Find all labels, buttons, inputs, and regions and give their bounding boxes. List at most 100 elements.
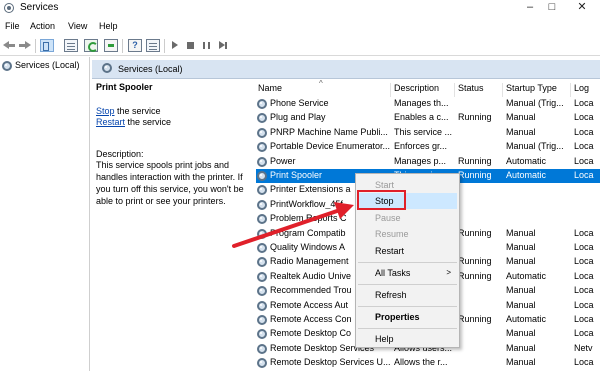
- gear-icon: [257, 127, 267, 138]
- description-text: This service spools print jobs and handl…: [96, 160, 244, 206]
- table-row[interactable]: Phone Service Manages th... Manual (Trig..…: [256, 97, 600, 111]
- cell-startup: Manual: [506, 112, 536, 123]
- toolbar-separator: [164, 39, 165, 53]
- action-pane-icon[interactable]: [146, 39, 160, 52]
- column-header-name[interactable]: Name: [258, 79, 282, 97]
- gear-icon: [2, 61, 12, 71]
- column-header-status[interactable]: Status: [458, 79, 484, 97]
- refresh-icon[interactable]: [84, 39, 98, 52]
- tree-item-label: Services (Local): [15, 60, 80, 70]
- menu-view[interactable]: View: [68, 21, 87, 31]
- gear-icon: [257, 315, 267, 325]
- back-arrow-icon[interactable]: [2, 39, 16, 52]
- cell-startup: Manual: [506, 299, 536, 310]
- cell-log: Loca: [574, 155, 594, 166]
- stop-service-icon[interactable]: [184, 39, 198, 52]
- cell-log: Loca: [574, 242, 594, 252]
- table-row[interactable]: Remote Desktop Services U... Allows the r…: [256, 356, 600, 370]
- menu-separator: [358, 306, 457, 307]
- close-button[interactable]: ✕: [562, 0, 600, 16]
- table-row[interactable]: Power Manages p... Running Automatic Loca: [256, 155, 600, 169]
- cell-name: Portable Device Enumerator...: [270, 141, 390, 152]
- cell-name: Power: [270, 155, 296, 166]
- restart-service-icon[interactable]: [216, 39, 230, 52]
- cell-startup: Manual: [506, 285, 536, 296]
- gear-icon: [257, 243, 267, 253]
- cell-startup: Automatic: [506, 170, 547, 180]
- menu-item-restart[interactable]: Restart: [356, 243, 459, 259]
- panel-title: Services (Local): [118, 64, 183, 74]
- gear-icon: [257, 358, 267, 369]
- toolbar-separator: [122, 39, 123, 53]
- gear-icon: [257, 99, 267, 109]
- menu-action[interactable]: Action: [30, 21, 55, 31]
- window-title: Services: [20, 2, 59, 13]
- gear-icon: [257, 156, 267, 167]
- cell-log: Loca: [574, 141, 594, 152]
- gear-icon: [257, 329, 267, 340]
- title-bar: Services – □ ✕: [0, 0, 600, 18]
- table-row[interactable]: Plug and Play Enables a c... Running Manual…: [256, 111, 600, 125]
- menu-item-refresh[interactable]: Refresh: [356, 287, 459, 303]
- tree-item-services-local[interactable]: Services (Local): [2, 60, 80, 73]
- description-pane: Print Spooler Stop the service Restart t…: [96, 82, 248, 207]
- gear-icon: [257, 271, 267, 282]
- help-icon[interactable]: ?: [128, 39, 142, 52]
- menu-item-pause[interactable]: Pause: [356, 210, 459, 226]
- cell-startup: Automatic: [506, 155, 547, 166]
- cell-status: Running: [458, 170, 492, 180]
- restart-service-link[interactable]: Restart: [96, 117, 125, 127]
- menu-separator: [358, 262, 457, 263]
- gear-icon: [257, 286, 267, 297]
- cell-log: Loca: [574, 285, 594, 296]
- cell-desc: Allows the r...: [394, 357, 448, 368]
- column-separator[interactable]: [454, 83, 455, 97]
- stop-service-link[interactable]: Stop: [96, 106, 115, 116]
- gear-icon: [257, 300, 267, 311]
- menu-file[interactable]: File: [5, 21, 20, 31]
- all-tasks-label: All Tasks: [375, 268, 411, 278]
- toolbar-separator: [35, 39, 36, 53]
- cell-log: Loca: [574, 357, 594, 368]
- menu-item-resume[interactable]: Resume: [356, 226, 459, 242]
- column-separator[interactable]: [570, 83, 571, 97]
- menu-item-help[interactable]: Help: [356, 331, 459, 347]
- services-app-icon: [4, 3, 14, 13]
- gear-icon: [257, 214, 267, 225]
- column-header-log-on-as[interactable]: Log: [574, 79, 589, 97]
- show-hide-tree-icon[interactable]: [40, 39, 54, 52]
- cell-desc: Enables a c...: [394, 112, 449, 123]
- gear-icon: [257, 185, 267, 196]
- cell-startup: Manual: [506, 256, 536, 267]
- cell-status: Running: [458, 256, 492, 267]
- menu-separator: [358, 328, 457, 329]
- cell-desc: This service ...: [394, 126, 453, 137]
- menu-item-all-tasks[interactable]: All Tasks >: [356, 265, 459, 281]
- cell-name: Phone Service: [270, 98, 329, 108]
- cell-startup: Automatic: [506, 314, 547, 324]
- table-row[interactable]: PNRP Machine Name Publi... This service .…: [256, 126, 600, 140]
- menu-help[interactable]: Help: [99, 21, 118, 31]
- export-list-icon[interactable]: [104, 39, 118, 52]
- column-header-startup-type[interactable]: Startup Type: [506, 79, 557, 97]
- cell-log: Loca: [574, 126, 594, 137]
- column-separator[interactable]: [390, 83, 391, 97]
- start-service-icon[interactable]: [168, 39, 182, 52]
- table-row[interactable]: Portable Device Enumerator... Enforces gr…: [256, 140, 600, 154]
- submenu-arrow-icon: >: [446, 268, 451, 277]
- cell-desc: Manages p...: [394, 155, 447, 166]
- cell-startup: Automatic: [506, 270, 547, 281]
- cell-status: Running: [458, 155, 492, 166]
- menu-item-properties[interactable]: Properties: [356, 309, 459, 325]
- service-actions: Stop the service Restart the service: [96, 106, 248, 128]
- column-header-description[interactable]: Description: [394, 79, 439, 97]
- cell-status: Running: [458, 112, 492, 123]
- cell-startup: Manual: [506, 227, 536, 238]
- forward-arrow-icon[interactable]: [18, 39, 32, 52]
- pause-service-icon[interactable]: [200, 39, 214, 52]
- cell-status: Running: [458, 227, 492, 238]
- cell-startup: Manual: [506, 126, 536, 137]
- properties-icon[interactable]: [64, 39, 78, 52]
- column-separator[interactable]: [502, 83, 503, 97]
- cell-startup: Manual (Trig...: [506, 98, 564, 108]
